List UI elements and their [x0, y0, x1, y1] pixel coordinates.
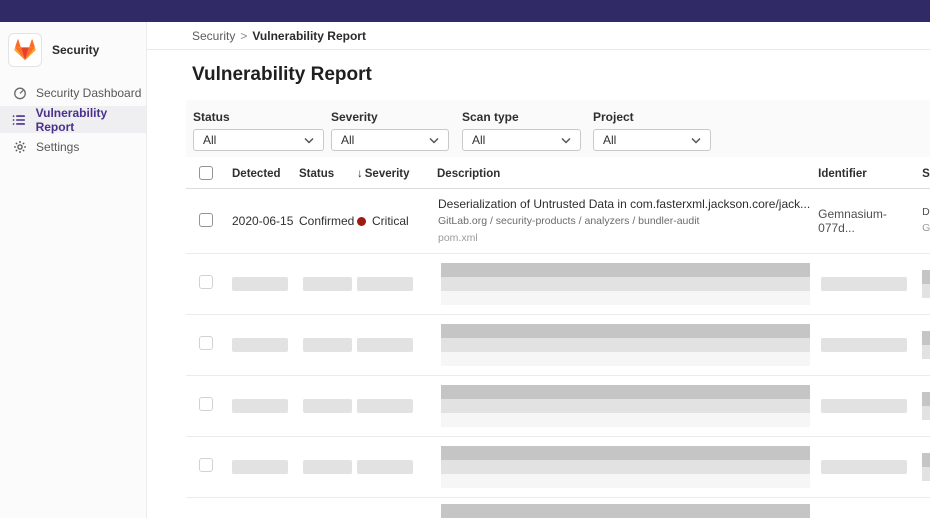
file-path: pom.xml [438, 232, 810, 245]
gitlab-logo[interactable] [8, 33, 42, 67]
top-navbar [0, 0, 930, 22]
column-header-identifier[interactable]: Identifier [818, 168, 914, 180]
filter-label: Project [593, 110, 711, 124]
gauge-icon [12, 86, 27, 100]
scan-type-cell: Dependency Gitlab [914, 206, 930, 235]
filter-project: Project All [593, 110, 711, 157]
loading-skeleton-row-partial [186, 498, 930, 518]
chevron-down-icon [691, 137, 701, 144]
scanner-vendor-label: Gitlab [922, 222, 930, 236]
dropdown-value: All [203, 133, 216, 147]
chevron-down-icon [561, 137, 571, 144]
vulnerability-table: Detected Status ↓Severity Description Id… [186, 160, 930, 518]
breadcrumb-separator: > [240, 29, 247, 43]
critical-severity-icon [357, 217, 366, 226]
description-cell: Deserialization of Untrusted Data in com… [437, 197, 818, 244]
dropdown-value: All [603, 133, 616, 147]
vulnerability-link[interactable]: Deserialization of Untrusted Data in com… [438, 197, 810, 212]
column-header-description[interactable]: Description [437, 168, 818, 180]
dropdown-value: All [341, 133, 354, 147]
breadcrumb-parent-link[interactable]: Security [192, 29, 235, 43]
gitlab-tanuki-icon [14, 39, 36, 61]
sidebar: Security Security Dashboard Vulnerabilit… [0, 22, 147, 518]
sidebar-item-vulnerability-report[interactable]: Vulnerability Report [0, 106, 146, 133]
filter-label: Status [193, 110, 324, 124]
table-header-row: Detected Status ↓Severity Description Id… [186, 160, 930, 189]
sidebar-item-label: Security Dashboard [36, 86, 141, 100]
status-dropdown[interactable]: All [193, 129, 324, 151]
sort-descending-icon: ↓ [357, 168, 363, 180]
column-header-scan-type[interactable]: Scan type [914, 167, 930, 182]
project-dropdown[interactable]: All [593, 129, 711, 151]
sidebar-item-label: Vulnerability Report [36, 106, 146, 134]
column-header-severity[interactable]: ↓Severity [357, 168, 437, 180]
filter-status: Status All [193, 110, 324, 157]
severity-label: Critical [372, 214, 409, 228]
sidebar-title: Security [52, 43, 99, 57]
loading-skeleton-row [186, 315, 930, 376]
dropdown-value: All [472, 133, 485, 147]
filter-severity: Severity All [331, 110, 449, 157]
sidebar-item-label: Settings [36, 140, 79, 154]
row-checkbox [199, 336, 213, 350]
breadcrumb: Security > Vulnerability Report [147, 22, 930, 50]
filter-label: Severity [331, 110, 449, 124]
project-path: GitLab.org / security-products / analyze… [438, 215, 810, 228]
row-checkbox[interactable] [199, 213, 213, 227]
sidebar-item-settings[interactable]: Settings [0, 133, 146, 160]
gear-icon [12, 140, 27, 154]
scan-type-dropdown[interactable]: All [462, 129, 581, 151]
loading-skeleton-row [186, 376, 930, 437]
status-cell: Confirmed [299, 214, 357, 228]
chevron-down-icon [304, 137, 314, 144]
sidebar-logo-row: Security [0, 22, 146, 79]
list-icon [12, 113, 27, 127]
title-row: Vulnerability Report [192, 58, 930, 92]
filter-scan-type: Scan type All [462, 110, 581, 157]
page-title: Vulnerability Report [192, 64, 372, 86]
chevron-down-icon [429, 137, 439, 144]
breadcrumb-current: Vulnerability Report [252, 29, 366, 43]
severity-cell: Critical [357, 214, 437, 228]
filters-bar: Status All Severity All Scan type All [186, 100, 930, 157]
column-header-detected[interactable]: Detected [232, 168, 299, 180]
table-row[interactable]: 2020-06-15 Confirmed Critical Deserializ… [186, 189, 930, 254]
row-checkbox [199, 275, 213, 289]
detected-cell: 2020-06-15 [232, 214, 299, 228]
column-header-status[interactable]: Status [299, 168, 357, 180]
row-checkbox [199, 397, 213, 411]
loading-skeleton-row [186, 437, 930, 498]
select-all-checkbox[interactable] [199, 166, 213, 180]
scan-type-label: Dependency [922, 206, 930, 220]
filter-label: Scan type [462, 110, 581, 124]
row-checkbox [199, 458, 213, 472]
identifier-cell: Gemnasium-077d... [818, 207, 914, 235]
page-layout: Security Security Dashboard Vulnerabilit… [0, 22, 930, 518]
main-content: Security > Vulnerability Report Vulnerab… [147, 22, 930, 518]
loading-skeleton-row [186, 254, 930, 315]
sidebar-item-security-dashboard[interactable]: Security Dashboard [0, 79, 146, 106]
severity-dropdown[interactable]: All [331, 129, 449, 151]
